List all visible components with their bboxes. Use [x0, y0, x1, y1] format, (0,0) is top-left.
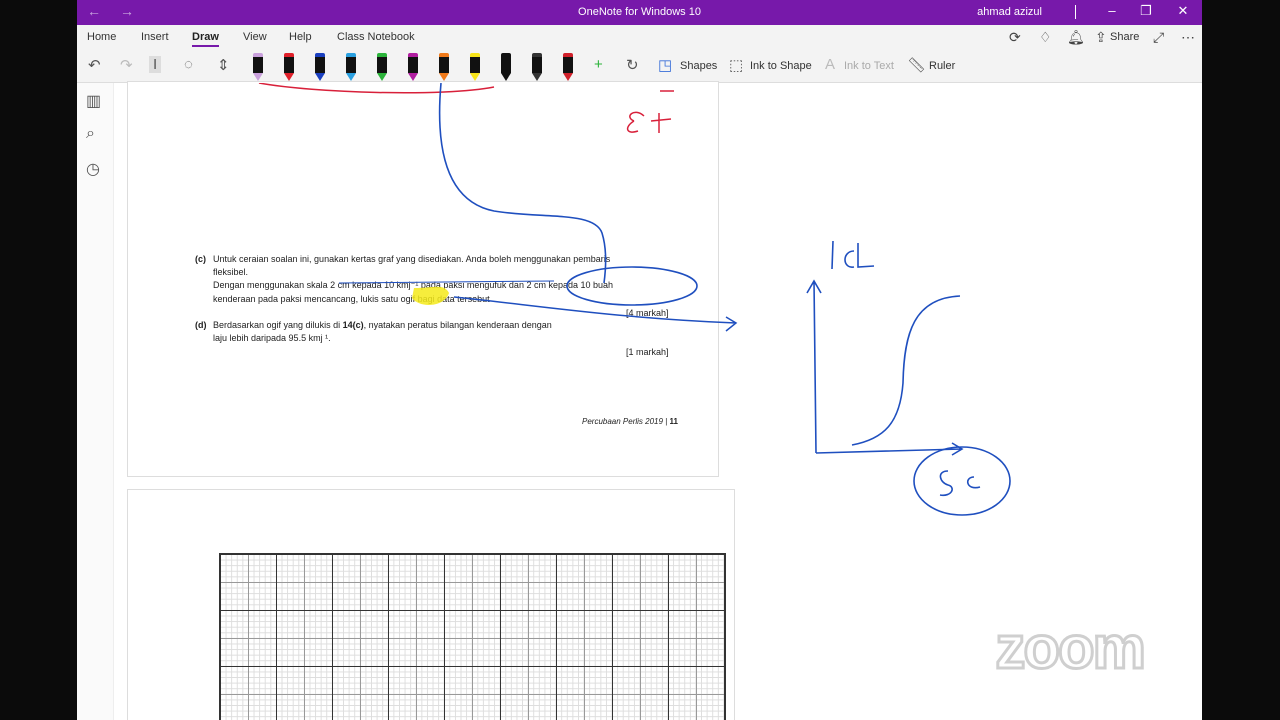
share-icon[interactable]: ⇪ — [1095, 29, 1107, 46]
blue-ink-underline-1 — [338, 280, 555, 284]
tab-help[interactable]: Help — [289, 31, 312, 43]
sync-icon[interactable]: ⟳ — [1009, 29, 1021, 46]
ink-label-kl — [831, 240, 875, 270]
maximize-icon[interactable]: ❐ — [1136, 3, 1156, 19]
red-ink-f — [650, 113, 672, 133]
share-button[interactable]: Share — [1110, 31, 1139, 43]
ink-to-text-icon[interactable]: A — [825, 56, 835, 73]
navigation-rail: ▥ ⌕ ◷ — [77, 83, 114, 720]
ink-to-shape-button[interactable]: Ink to Shape — [750, 60, 812, 72]
fullscreen-icon[interactable]: ⤢ — [1153, 29, 1164, 46]
yellow-highlight — [412, 286, 449, 305]
tab-class-notebook[interactable]: Class Notebook — [337, 31, 415, 43]
user-name[interactable]: ahmad azizul — [977, 6, 1042, 18]
add-space-icon[interactable]: ⇕ — [217, 56, 230, 74]
pen-7[interactable] — [438, 53, 450, 81]
add-pen-icon[interactable]: + — [594, 56, 603, 73]
pen-9[interactable] — [500, 53, 512, 81]
ruler-button[interactable]: Ruler — [929, 60, 955, 72]
pen-6[interactable] — [407, 53, 419, 81]
onenote-window: ← → OneNote for Windows 10 ahmad azizul … — [77, 0, 1202, 720]
tab-insert[interactable]: Insert — [141, 31, 169, 43]
ruler-icon[interactable]: 📏︎ — [907, 56, 926, 74]
pen-2[interactable] — [283, 53, 295, 81]
undo-icon[interactable]: ↶ — [88, 56, 101, 74]
pen-4[interactable] — [345, 53, 357, 81]
shapes-button[interactable]: Shapes — [680, 60, 717, 72]
ink-replay-icon[interactable]: ↻ — [626, 56, 639, 74]
ink-label-sc — [939, 470, 981, 497]
lasso-select-icon[interactable]: ◌ — [184, 56, 193, 73]
shapes-icon[interactable]: ◳ — [658, 56, 672, 74]
tab-view[interactable]: View — [243, 31, 267, 43]
ink-x-axis — [815, 442, 964, 456]
tab-draw[interactable]: Draw — [192, 31, 219, 47]
type-select-icon[interactable]: I — [149, 56, 162, 73]
notification-bell-icon[interactable]: 🔔︎ — [1067, 29, 1085, 46]
blue-ink-ellipse — [566, 266, 698, 306]
redo-icon[interactable]: ↷ — [120, 56, 133, 74]
draw-toolbar: ↶ ↷ I ◌ ⇕ + ↻ ◳ Shapes ⬚ Ink to Shape A … — [77, 49, 1202, 83]
red-ink-curve — [258, 83, 495, 94]
red-ink-sigma — [626, 111, 645, 133]
title-separator — [1075, 5, 1076, 19]
ink-y-axis — [806, 279, 822, 454]
ink-to-shape-icon[interactable]: ⬚ — [729, 56, 743, 74]
recent-clock-icon[interactable]: ◷ — [86, 159, 100, 179]
minimize-icon[interactable]: – — [1102, 3, 1122, 18]
ink-ogive-curve — [851, 295, 961, 446]
blue-ink-connector — [438, 83, 607, 284]
ink-to-text-button[interactable]: Ink to Text — [844, 60, 894, 72]
more-options-icon[interactable]: ⋯ — [1181, 29, 1195, 46]
lightbulb-icon[interactable]: ♢ — [1039, 29, 1052, 46]
pen-8[interactable] — [469, 53, 481, 81]
search-icon[interactable]: ⌕ — [86, 125, 95, 143]
ink-circle-sc — [913, 446, 1011, 516]
pen-10[interactable] — [531, 53, 543, 81]
zoom-watermark: zoom — [994, 613, 1148, 683]
title-bar: ← → OneNote for Windows 10 ahmad azizul … — [77, 0, 1202, 25]
pen-11[interactable] — [562, 53, 574, 81]
tab-home[interactable]: Home — [87, 31, 116, 43]
notebooks-icon[interactable]: ▥ — [86, 91, 101, 111]
close-icon[interactable]: ✕ — [1173, 3, 1193, 19]
pen-5[interactable] — [376, 53, 388, 81]
pen-1[interactable] — [252, 53, 264, 81]
ribbon-tabs: Home Insert Draw View Help Class Noteboo… — [77, 25, 1202, 49]
pen-3[interactable] — [314, 53, 326, 81]
page-canvas[interactable]: (c) Untuk ceraian soalan ini, gunakan ke… — [114, 81, 1202, 720]
